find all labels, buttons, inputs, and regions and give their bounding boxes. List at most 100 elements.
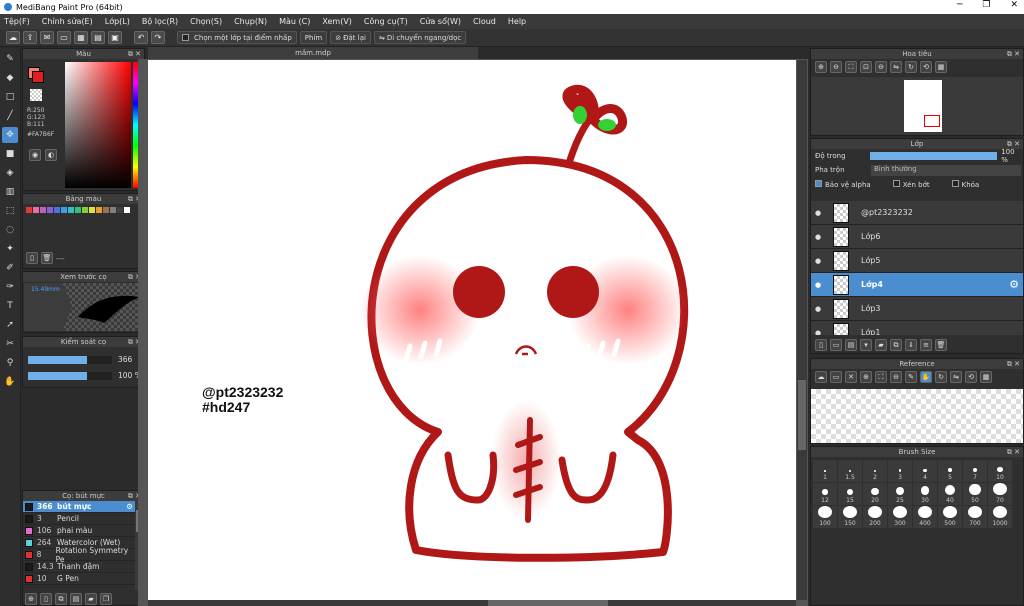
- menu-edit[interactable]: Chỉnh sửa(E): [42, 17, 93, 26]
- brush-list-item[interactable]: 3 Pencil: [23, 513, 135, 525]
- palette-swatch[interactable]: [61, 207, 67, 213]
- eye-icon[interactable]: ●: [811, 305, 825, 313]
- ref-flip-icon[interactable]: ⇋: [950, 371, 962, 383]
- layer-item[interactable]: ● Lớp3: [811, 297, 1023, 321]
- blend-select[interactable]: Bình thường: [871, 164, 1021, 176]
- primary-swatch[interactable]: [32, 71, 44, 83]
- color-settings-icon[interactable]: ◐: [45, 149, 57, 161]
- brush-size-option[interactable]: 30: [913, 483, 937, 505]
- eye-icon[interactable]: ●: [811, 281, 825, 289]
- fill-rect-tool-icon[interactable]: ■: [2, 146, 18, 162]
- reset-button[interactable]: ⊘ Đặt lại: [330, 31, 371, 44]
- layer-item[interactable]: ● @pt2323232: [811, 201, 1023, 225]
- zoom-reset-icon[interactable]: ⊡: [860, 61, 872, 73]
- brush-list-item[interactable]: 106 phai màu: [23, 525, 135, 537]
- menu-cloud[interactable]: Cloud: [473, 17, 496, 26]
- lasso-tool-icon[interactable]: ◌: [2, 222, 18, 238]
- maximize-button[interactable]: ❐: [982, 0, 990, 10]
- brush-size-option[interactable]: 5: [938, 460, 962, 482]
- layer-item[interactable]: ● Lớp5: [811, 249, 1023, 273]
- background-swatch[interactable]: [30, 89, 42, 101]
- navigator-preview[interactable]: [811, 77, 1023, 135]
- ref-close-icon[interactable]: ✕: [845, 371, 857, 383]
- brush-size-option[interactable]: 500: [938, 506, 962, 528]
- ref-zoom-in-icon[interactable]: ⊕: [860, 371, 872, 383]
- brush-size-option[interactable]: 700: [963, 506, 987, 528]
- move-tool-icon[interactable]: ✥: [2, 127, 18, 143]
- gear-icon[interactable]: ⚙: [126, 502, 133, 511]
- palette-swatch[interactable]: [26, 207, 32, 213]
- menu-file[interactable]: Tệp(F): [4, 17, 30, 26]
- nav-menu-icon[interactable]: ▦: [935, 61, 947, 73]
- palette-swatch[interactable]: [68, 207, 74, 213]
- layout-icon[interactable]: ▤: [91, 31, 105, 44]
- canvas[interactable]: @pt2323232 #hd247: [148, 60, 796, 600]
- menu-tools[interactable]: Công cụ(T): [364, 17, 408, 26]
- layer-opacity-slider[interactable]: [869, 152, 998, 160]
- brush-size-option[interactable]: 150: [838, 506, 862, 528]
- cloud-icon[interactable]: ☁: [6, 31, 20, 44]
- ref-menu-icon[interactable]: ▦: [980, 371, 992, 383]
- ref-open-icon[interactable]: ☁: [815, 371, 827, 383]
- gear-icon[interactable]: ⚙: [1009, 278, 1019, 291]
- text-tool-icon[interactable]: T: [2, 298, 18, 314]
- layer-item[interactable]: ● Lớp1: [811, 321, 1023, 335]
- select-eraser-icon[interactable]: ✑: [2, 279, 18, 295]
- palette-swatch[interactable]: [110, 207, 116, 213]
- zoom-small-icon[interactable]: ⊖: [875, 61, 887, 73]
- flip-h-icon[interactable]: ⇋: [890, 61, 902, 73]
- brush-size-option[interactable]: 20: [863, 483, 887, 505]
- eye-icon[interactable]: ●: [811, 209, 825, 217]
- menu-view[interactable]: Xem(V): [322, 17, 352, 26]
- hand-tool-icon[interactable]: ✋: [2, 374, 18, 390]
- close-icon[interactable]: ⧉ ✕: [1007, 49, 1020, 59]
- brush-dup-icon[interactable]: ⧉: [55, 593, 67, 605]
- brush-size-slider[interactable]: [28, 356, 112, 364]
- eye-icon[interactable]: ●: [811, 329, 825, 336]
- fit-icon[interactable]: ⛶: [845, 61, 857, 73]
- menu-snap[interactable]: Chụp(N): [234, 17, 267, 26]
- zoom-out-icon[interactable]: ⊖: [830, 61, 842, 73]
- palette-swatch[interactable]: [54, 207, 60, 213]
- close-icon[interactable]: ⧉ ✕: [128, 49, 141, 59]
- brush-opacity-slider[interactable]: [28, 372, 112, 380]
- close-icon[interactable]: ⧉ ✕: [1007, 447, 1020, 457]
- gradient-tool-icon[interactable]: ▥: [2, 184, 18, 200]
- menu-filter[interactable]: Bộ lọc(R): [142, 17, 178, 26]
- menu-select[interactable]: Chọn(S): [190, 17, 222, 26]
- operation-tool-icon[interactable]: ➚: [2, 317, 18, 333]
- new-halftone-layer-icon[interactable]: ▭: [830, 339, 842, 351]
- brush-size-option[interactable]: 10: [988, 460, 1012, 482]
- new-layer-icon[interactable]: ▯: [815, 339, 827, 351]
- chat-icon[interactable]: ▭: [57, 31, 71, 44]
- palette-swatch[interactable]: [33, 207, 39, 213]
- grid-icon[interactable]: ▦: [74, 31, 88, 44]
- undo-icon[interactable]: ↶: [134, 31, 148, 44]
- layer-settings-icon[interactable]: ≡: [920, 339, 932, 351]
- brush-size-option[interactable]: 1000: [988, 506, 1012, 528]
- brush-size-option[interactable]: 200: [863, 506, 887, 528]
- protect-alpha-checkbox[interactable]: Bảo vệ alpha: [815, 179, 871, 189]
- ref-hand-icon[interactable]: ✋: [920, 371, 932, 383]
- eye-icon[interactable]: ●: [811, 233, 825, 241]
- brush-size-option[interactable]: 300: [888, 506, 912, 528]
- pick-layer-toggle[interactable]: Chọn một lớp tại điểm nhấp: [177, 31, 297, 44]
- close-icon[interactable]: ⧉ ✕: [1007, 359, 1020, 369]
- layer-item[interactable]: ● Lớp6: [811, 225, 1023, 249]
- select-tool-icon[interactable]: ⬚: [2, 203, 18, 219]
- divide-tool-icon[interactable]: ✂: [2, 336, 18, 352]
- menu-help[interactable]: Help: [508, 17, 526, 26]
- brush-list-item[interactable]: 8 Rotation Symmetry Pe: [23, 546, 135, 564]
- new-8bit-layer-icon[interactable]: ▤: [845, 339, 857, 351]
- palette-swatch[interactable]: [117, 207, 123, 213]
- new-layer-menu-icon[interactable]: ▾: [860, 339, 872, 351]
- clipping-checkbox[interactable]: Xén bớt: [892, 179, 930, 189]
- brush-size-option[interactable]: 1: [813, 460, 837, 482]
- brush-add-icon[interactable]: ⊕: [25, 593, 37, 605]
- rotate-reset-icon[interactable]: ⟲: [920, 61, 932, 73]
- palette-swatch[interactable]: [89, 207, 95, 213]
- saturation-value-picker[interactable]: [65, 62, 131, 188]
- ref-zoom-out-icon[interactable]: ⊖: [890, 371, 902, 383]
- brush-size-option[interactable]: 40: [938, 483, 962, 505]
- brush-size-option[interactable]: 3: [888, 460, 912, 482]
